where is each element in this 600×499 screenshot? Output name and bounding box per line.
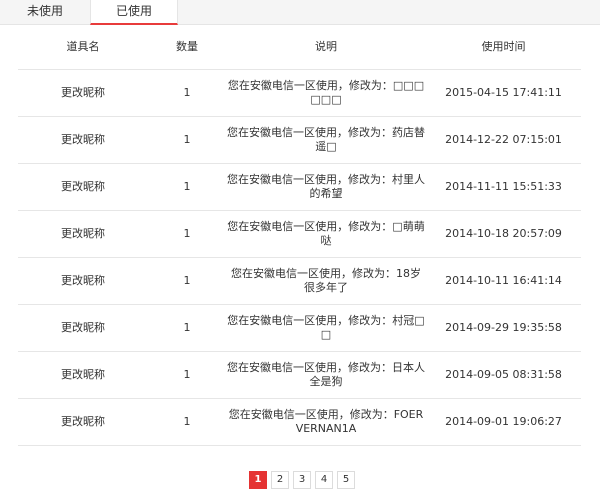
table-row: 更改昵称 1 您在安徽电信一区使用，修改为：□□□□□□ 2015-04-15 … xyxy=(18,70,581,117)
item-description-text: 您在安徽电信一区使用，修改为：村里人的希望 xyxy=(227,173,425,200)
item-use-time: 2015-04-15 17:41:11 xyxy=(445,86,562,99)
item-quantity: 1 xyxy=(183,180,191,193)
item-quantity: 1 xyxy=(183,415,191,428)
item-description: 您在安徽电信一区使用，修改为：□萌萌哒 xyxy=(226,211,426,257)
item-use-time: 2014-09-01 19:06:27 xyxy=(445,415,562,428)
item-use-time: 2014-11-11 15:51:33 xyxy=(445,180,562,193)
table-row: 更改昵称 1 您在安徽电信一区使用，修改为：FOERVERNAN1A 2014-… xyxy=(18,399,581,446)
item-quantity: 1 xyxy=(183,321,191,334)
item-use-time: 2014-10-18 20:57:09 xyxy=(445,227,562,240)
table-header: 道具名 数量 说明 使用时间 xyxy=(18,24,581,70)
item-description-text: 您在安徽电信一区使用，修改为：□萌萌哒 xyxy=(227,220,425,247)
item-name: 更改昵称 xyxy=(61,227,105,240)
item-description-text: 您在安徽电信一区使用，修改为：□□□□□□ xyxy=(227,79,425,106)
item-name: 更改昵称 xyxy=(61,133,105,146)
table-row: 更改昵称 1 您在安徽电信一区使用，修改为：18岁很多年了 2014-10-11… xyxy=(18,258,581,305)
item-use-time: 2014-09-29 19:35:58 xyxy=(445,321,562,334)
item-name: 更改昵称 xyxy=(61,180,105,193)
item-quantity: 1 xyxy=(183,133,191,146)
item-quantity: 1 xyxy=(183,368,191,381)
item-description-text: 您在安徽电信一区使用，修改为：村冠□□ xyxy=(227,314,425,341)
column-header-description: 说明 xyxy=(315,39,337,53)
item-description-text: 您在安徽电信一区使用，修改为：药店替遥□ xyxy=(227,126,425,153)
item-name: 更改昵称 xyxy=(61,274,105,287)
items-table: 道具名 数量 说明 使用时间 更改昵称 1 您在安徽电信一区使用，修改为：□□□… xyxy=(18,24,581,446)
column-header-use-time: 使用时间 xyxy=(481,39,526,53)
item-name: 更改昵称 xyxy=(61,321,105,334)
table-row: 更改昵称 1 您在安徽电信一区使用，修改为：村冠□□ 2014-09-29 19… xyxy=(18,305,581,352)
item-description-text: 您在安徽电信一区使用，修改为：18岁很多年了 xyxy=(231,267,421,294)
page-button-3[interactable]: 3 xyxy=(293,471,311,489)
page-button-4[interactable]: 4 xyxy=(315,471,333,489)
item-quantity: 1 xyxy=(183,274,191,287)
item-name: 更改昵称 xyxy=(61,86,105,99)
item-description: 您在安徽电信一区使用，修改为：药店替遥□ xyxy=(226,117,426,163)
item-use-time: 2014-09-05 08:31:58 xyxy=(445,368,562,381)
table-row: 更改昵称 1 您在安徽电信一区使用，修改为：村里人的希望 2014-11-11 … xyxy=(18,164,581,211)
item-description: 您在安徽电信一区使用，修改为：FOERVERNAN1A xyxy=(226,399,426,445)
page-button-2[interactable]: 2 xyxy=(271,471,289,489)
item-name: 更改昵称 xyxy=(61,415,105,428)
item-description: 您在安徽电信一区使用，修改为：村里人的希望 xyxy=(226,164,426,210)
tab-used[interactable]: 已使用 xyxy=(90,0,178,25)
item-quantity: 1 xyxy=(183,227,191,240)
item-description: 您在安徽电信一区使用，修改为：日本人全是狗 xyxy=(226,352,426,398)
page-button-1[interactable]: 1 xyxy=(249,471,267,489)
tab-bar: 未使用 已使用 xyxy=(0,0,600,25)
item-use-time: 2014-12-22 07:15:01 xyxy=(445,133,562,146)
item-description: 您在安徽电信一区使用，修改为：□□□□□□ xyxy=(226,70,426,116)
item-description: 您在安徽电信一区使用，修改为：18岁很多年了 xyxy=(226,258,426,304)
item-description-text: 您在安徽电信一区使用，修改为：日本人全是狗 xyxy=(227,361,425,388)
item-description-text: 您在安徽电信一区使用，修改为：FOERVERNAN1A xyxy=(228,408,424,435)
item-name: 更改昵称 xyxy=(61,368,105,381)
table-row: 更改昵称 1 您在安徽电信一区使用，修改为：□萌萌哒 2014-10-18 20… xyxy=(18,211,581,258)
tab-unused[interactable]: 未使用 xyxy=(0,0,90,24)
page-button-5[interactable]: 5 xyxy=(337,471,355,489)
pagination: 1 2 3 4 5 xyxy=(249,471,355,489)
item-description: 您在安徽电信一区使用，修改为：村冠□□ xyxy=(226,305,426,351)
table-row: 更改昵称 1 您在安徽电信一区使用，修改为：药店替遥□ 2014-12-22 0… xyxy=(18,117,581,164)
column-header-quantity: 数量 xyxy=(176,39,198,53)
column-header-item-name: 道具名 xyxy=(66,39,100,53)
table-row: 更改昵称 1 您在安徽电信一区使用，修改为：日本人全是狗 2014-09-05 … xyxy=(18,352,581,399)
item-quantity: 1 xyxy=(183,86,191,99)
item-use-time: 2014-10-11 16:41:14 xyxy=(445,274,562,287)
